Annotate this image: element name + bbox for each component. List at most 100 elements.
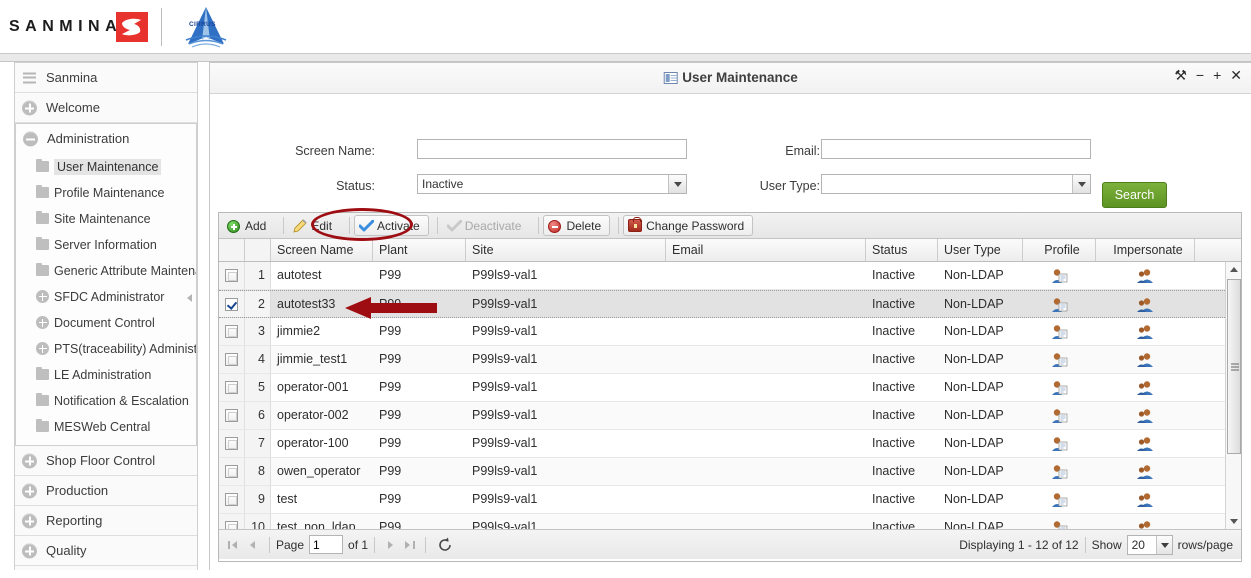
sidebar-item-user-maintenance[interactable]: User Maintenance <box>16 154 196 180</box>
row-checkbox-cell[interactable] <box>219 318 245 345</box>
screen-name-input[interactable] <box>417 139 687 159</box>
email-input[interactable] <box>821 139 1091 159</box>
sidebar-item-site-maintenance[interactable]: Site Maintenance <box>16 206 196 232</box>
row-checkbox[interactable] <box>225 298 238 312</box>
cell-impersonate[interactable] <box>1096 291 1195 317</box>
cell-impersonate[interactable] <box>1096 346 1195 373</box>
sidebar-item-le-administration[interactable]: LE Administration <box>16 362 196 388</box>
sidebar-item-welcome[interactable]: Welcome <box>15 93 197 123</box>
grid-header-email[interactable]: Email <box>666 239 866 261</box>
row-checkbox-cell[interactable] <box>219 374 245 401</box>
table-row[interactable]: 5 operator-001 P99 P99ls9-val1 Inactive … <box>219 374 1241 402</box>
cell-impersonate[interactable] <box>1096 374 1195 401</box>
cell-profile[interactable] <box>1023 346 1096 373</box>
sidebar-item-generic-attribute-maintenance[interactable]: Generic Attribute Maintena <box>16 258 196 284</box>
table-row[interactable]: 7 operator-100 P99 P99ls9-val1 Inactive … <box>219 430 1241 458</box>
maximize-icon[interactable]: + <box>1213 68 1221 82</box>
row-checkbox-cell[interactable] <box>219 346 245 373</box>
grid-header-user-type[interactable]: User Type <box>938 239 1023 261</box>
cell-profile[interactable] <box>1023 291 1096 317</box>
sidebar-item-quality[interactable]: Quality <box>15 536 197 566</box>
table-row[interactable]: 8 owen_operator P99 P99ls9-val1 Inactive… <box>219 458 1241 486</box>
grid-header-checkbox[interactable] <box>219 239 245 261</box>
close-icon[interactable]: ✕ <box>1230 68 1242 82</box>
sidebar-item-production[interactable]: Production <box>15 476 197 506</box>
row-checkbox-cell[interactable] <box>219 262 245 289</box>
minimize-icon[interactable]: − <box>1196 68 1204 82</box>
sidebar-item-server-information[interactable]: Server Information <box>16 232 196 258</box>
cell-impersonate[interactable] <box>1096 262 1195 289</box>
grid-header-status[interactable]: Status <box>866 239 938 261</box>
delete-button[interactable]: Delete <box>543 215 611 236</box>
row-checkbox-cell[interactable] <box>219 291 245 317</box>
cell-user-type: Non-LDAP <box>944 380 1004 394</box>
grid-header-plant[interactable]: Plant <box>373 239 466 261</box>
cell-profile[interactable] <box>1023 430 1096 457</box>
activate-button[interactable]: Activate <box>354 215 429 236</box>
table-row[interactable]: 4 jimmie_test1 P99 P99ls9-val1 Inactive … <box>219 346 1241 374</box>
edit-button[interactable]: Edit <box>288 215 341 236</box>
cell-profile[interactable] <box>1023 486 1096 513</box>
cell-profile[interactable] <box>1023 318 1096 345</box>
cell-impersonate[interactable] <box>1096 486 1195 513</box>
sidebar-item-sfdc-administrator[interactable]: SFDC Administrator <box>16 284 196 310</box>
table-row[interactable]: 9 test P99 P99ls9-val1 Inactive Non-LDAP <box>219 486 1241 514</box>
table-row[interactable]: 1 autotest P99 P99ls9-val1 Inactive Non-… <box>219 262 1241 290</box>
row-checkbox[interactable] <box>225 269 238 283</box>
status-select[interactable]: Inactive <box>417 174 687 194</box>
row-checkbox[interactable] <box>225 409 238 423</box>
row-checkbox-cell[interactable] <box>219 430 245 457</box>
sidebar-item-administration[interactable]: Administration <box>16 124 196 154</box>
table-row[interactable]: 6 operator-002 P99 P99ls9-val1 Inactive … <box>219 402 1241 430</box>
settings-wrench-icon[interactable]: ⚒ <box>1174 68 1187 82</box>
user-type-select[interactable] <box>821 174 1091 194</box>
row-checkbox[interactable] <box>225 325 238 339</box>
sidebar-item-sanmina[interactable]: Sanmina <box>15 63 197 93</box>
table-row[interactable]: 2 autotest33 P99 P99ls9-val1 Inactive No… <box>219 290 1241 318</box>
row-checkbox-cell[interactable] <box>219 402 245 429</box>
grid-vertical-scrollbar[interactable] <box>1225 262 1241 529</box>
row-checkbox[interactable] <box>225 465 238 479</box>
cell-impersonate[interactable] <box>1096 514 1195 529</box>
grid-header-screen-name[interactable]: Screen Name <box>271 239 373 261</box>
row-checkbox[interactable] <box>225 353 238 367</box>
cell-profile[interactable] <box>1023 514 1096 529</box>
table-row[interactable]: 3 jimmie2 P99 P99ls9-val1 Inactive Non-L… <box>219 318 1241 346</box>
row-checkbox[interactable] <box>225 521 238 529</box>
search-button[interactable]: Search <box>1102 182 1167 208</box>
row-checkbox[interactable] <box>225 381 238 395</box>
cell-profile[interactable] <box>1023 458 1096 485</box>
grid-header-impersonate[interactable]: Impersonate <box>1096 239 1195 261</box>
cell-profile[interactable] <box>1023 262 1096 289</box>
rows-per-page-select[interactable]: 20 <box>1126 535 1173 555</box>
row-checkbox-cell[interactable] <box>219 514 245 529</box>
sidebar-item-reporting[interactable]: Reporting <box>15 506 197 536</box>
sidebar-item-profile-maintenance[interactable]: Profile Maintenance <box>16 180 196 206</box>
page-number-input[interactable] <box>309 535 344 554</box>
scroll-up-icon[interactable] <box>1226 262 1241 277</box>
scroll-down-icon[interactable] <box>1226 514 1241 529</box>
row-checkbox-cell[interactable] <box>219 486 245 513</box>
sidebar-subitem-label: Generic Attribute Maintena <box>54 264 196 278</box>
sidebar-item-notification-escalation[interactable]: Notification & Escalation <box>16 388 196 414</box>
scrollbar-thumb[interactable] <box>1227 279 1241 454</box>
row-checkbox-cell[interactable] <box>219 458 245 485</box>
sidebar-item-mesweb-central[interactable]: MESWeb Central <box>16 414 196 440</box>
cell-impersonate[interactable] <box>1096 458 1195 485</box>
grid-header-profile[interactable]: Profile <box>1023 239 1096 261</box>
cell-profile[interactable] <box>1023 402 1096 429</box>
grid-header-site[interactable]: Site <box>466 239 666 261</box>
sidebar-item-pts-administration[interactable]: PTS(traceability) Administr <box>16 336 196 362</box>
add-button[interactable]: Add <box>222 215 275 236</box>
table-row[interactable]: 10 test_non_ldap P99 P99ls9-val1 Inactiv… <box>219 514 1241 529</box>
sidebar-item-shop-floor-control[interactable]: Shop Floor Control <box>15 446 197 476</box>
change-password-button[interactable]: Change Password <box>623 215 754 236</box>
row-checkbox[interactable] <box>225 437 238 451</box>
refresh-icon[interactable] <box>436 536 454 554</box>
cell-impersonate[interactable] <box>1096 430 1195 457</box>
cell-impersonate[interactable] <box>1096 318 1195 345</box>
sidebar-item-document-control[interactable]: Document Control <box>16 310 196 336</box>
cell-profile[interactable] <box>1023 374 1096 401</box>
cell-impersonate[interactable] <box>1096 402 1195 429</box>
row-checkbox[interactable] <box>225 493 238 507</box>
